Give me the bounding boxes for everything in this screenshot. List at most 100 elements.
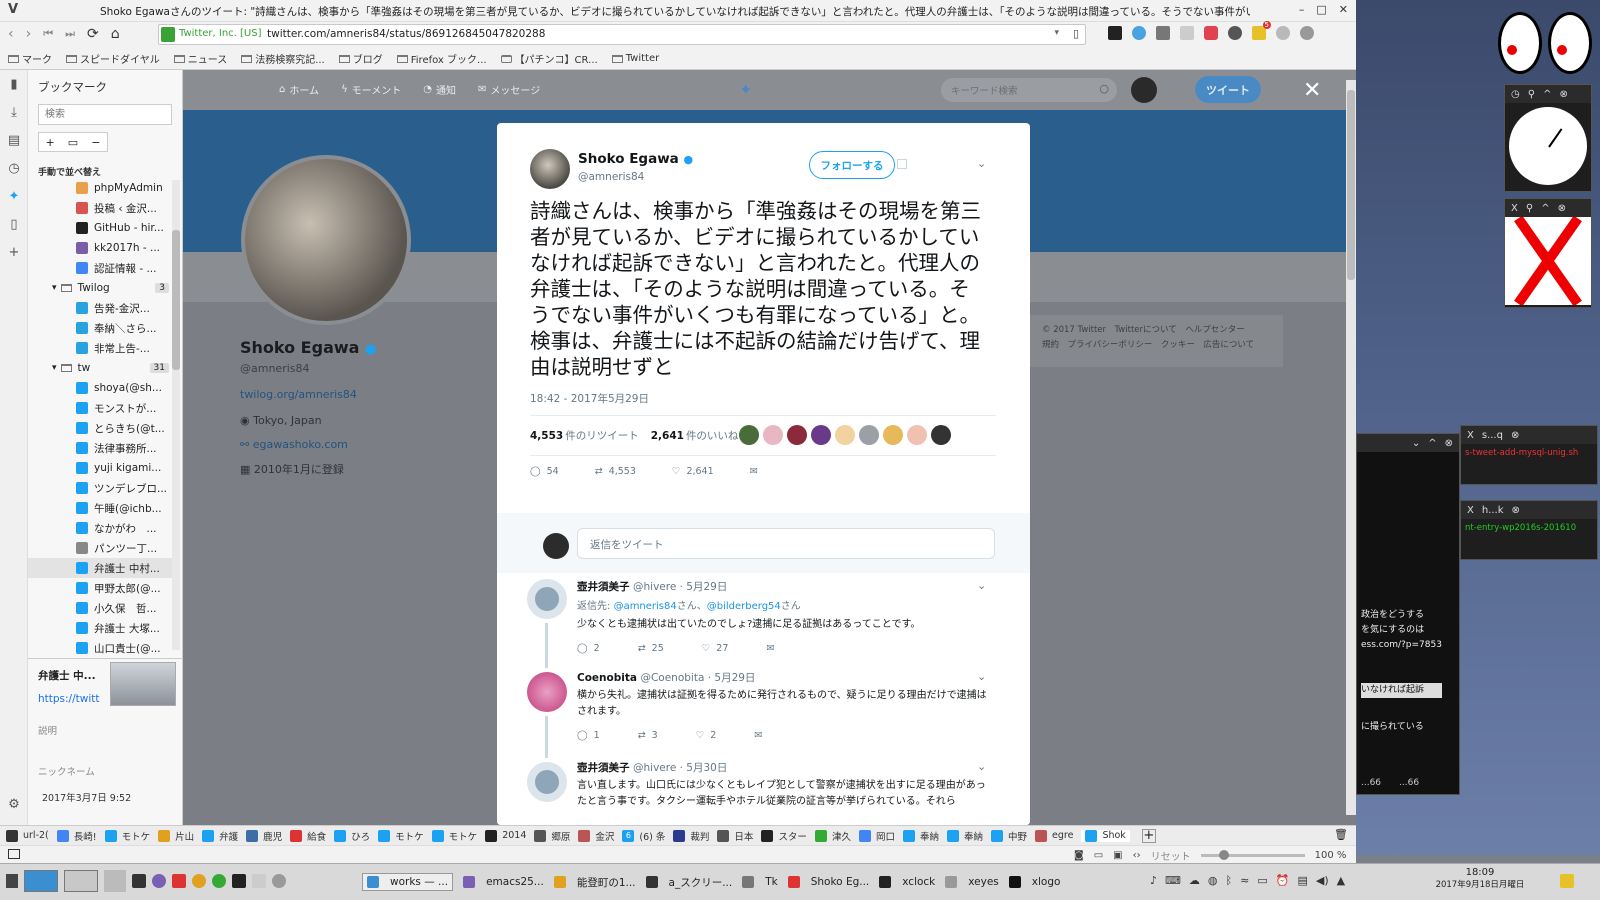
profile-avatar[interactable] <box>241 155 411 325</box>
site-identity[interactable]: Twitter, Inc. [US] <box>179 28 262 39</box>
bookmark-folder[interactable]: Firefox ブック... <box>396 51 487 66</box>
bookmark-item[interactable]: 投稿 ‹ 金沢... <box>28 198 173 218</box>
tweet-menu-chevron-icon[interactable]: ⌄ <box>977 157 986 170</box>
bookmark-folder[interactable]: スピードダイヤル <box>66 51 160 66</box>
taskbar-item[interactable]: 能登町の1... <box>553 875 636 890</box>
nav-notifications[interactable]: ◔ 通知 <box>423 82 456 97</box>
browser-tab[interactable]: url-2( <box>6 829 49 842</box>
twitter-search-box[interactable]: キーワード検索 ○ <box>941 78 1117 102</box>
camera-icon[interactable]: ◙ <box>1074 850 1084 861</box>
network-icon[interactable]: ♪ <box>1150 874 1157 887</box>
detail-nickname-label[interactable]: ニックネーム <box>38 764 95 778</box>
minimize-button[interactable]: – <box>1299 3 1305 16</box>
tool-icon[interactable] <box>272 874 286 888</box>
taskbar-item[interactable]: Tk <box>742 876 778 888</box>
browser-tab[interactable]: モトケ <box>378 829 424 843</box>
taskbar-clock[interactable]: 18:09 2017年9月18日月曜日 <box>1428 866 1532 892</box>
liker-avatar[interactable] <box>907 425 927 445</box>
bookmark-item[interactable]: yuji kigami... <box>28 458 173 478</box>
tile-icon[interactable]: ▭ <box>1094 850 1103 861</box>
add-bookmark-button[interactable]: + <box>46 136 55 149</box>
maximize-button[interactable]: □ <box>1316 3 1326 16</box>
search-icon[interactable]: ○ <box>1099 82 1109 95</box>
settings-gear-icon[interactable]: ⚙ <box>0 790 28 818</box>
browser-tab[interactable]: 中野 <box>991 829 1027 843</box>
expand-icon[interactable]: ▾ <box>52 363 57 373</box>
note-extension-icon[interactable] <box>1156 26 1170 40</box>
terminal-small-1[interactable]: Xs...q ⊗ s-tweet-add-mysql-unig.sh <box>1460 425 1598 485</box>
liker-avatar[interactable] <box>739 425 759 445</box>
bookmark-item[interactable]: phpMyAdmin <box>28 178 173 198</box>
browser-tab[interactable]: 奉納 <box>946 829 983 843</box>
profile-website[interactable]: ⚯ egawashoko.com <box>240 438 348 451</box>
taskbar-item[interactable]: emacs25... <box>463 876 544 888</box>
bookmark-folder[interactable]: Twitter <box>611 53 659 64</box>
downloads-panel-icon[interactable]: ⤓ <box>0 98 28 126</box>
forward-icon[interactable]: › <box>26 26 32 42</box>
reply-chevron-icon[interactable]: ⌄ <box>977 670 986 683</box>
bookmark-item[interactable]: 小久保 哲... <box>28 598 173 618</box>
workspace-3[interactable] <box>104 870 126 892</box>
dm-action[interactable]: ✉ <box>754 730 762 741</box>
like-action[interactable]: ♡ 2 <box>696 730 717 741</box>
trash-icon[interactable]: 🗑 <box>1334 828 1348 841</box>
like-label[interactable]: 件のいいね <box>686 428 739 443</box>
wifi-icon[interactable]: ≈ <box>1240 874 1249 887</box>
taskbar-item[interactable]: xlogo <box>1008 876 1060 888</box>
reply-input[interactable]: 返信をツイート <box>577 528 995 559</box>
expand-icon[interactable]: ▾ <box>52 283 57 293</box>
slider-handle[interactable] <box>1218 850 1229 860</box>
account-avatar[interactable] <box>1131 77 1157 103</box>
cloud-icon[interactable]: ☁ <box>1189 874 1200 887</box>
keyboard-icon[interactable]: ⌨ <box>1165 874 1181 887</box>
bookmark-item[interactable]: モンストが... <box>28 398 173 418</box>
bookmark-folder[interactable]: ニュース <box>173 51 227 66</box>
clipboard-icon[interactable]: ▤ <box>1297 874 1307 887</box>
remove-bookmark-button[interactable]: − <box>91 136 100 149</box>
user-dropdown-icon[interactable] <box>897 159 907 169</box>
panel-toggle-icon[interactable] <box>8 849 20 859</box>
xclock-window[interactable]: ◷ ⚲ ^ ⊗ <box>1504 84 1592 192</box>
chrome-tray-icon[interactable]: ◍ <box>1208 874 1218 887</box>
bookmark-item[interactable]: 弁護士 大塚... <box>28 618 173 638</box>
browser-tab[interactable]: 弁護 <box>202 829 238 843</box>
bluetooth-icon[interactable]: ᛒ <box>1226 874 1233 887</box>
bookmark-folder[interactable]: ブログ <box>338 51 383 66</box>
liker-avatar[interactable] <box>859 425 879 445</box>
nav-messages[interactable]: ✉ メッセージ <box>478 82 540 97</box>
evernote-icon[interactable] <box>1228 26 1242 40</box>
launcher-icon[interactable] <box>6 874 18 888</box>
window-titlebar[interactable]: ⌄ ^ ⊗ <box>1357 434 1459 452</box>
window-titlebar[interactable]: X ⚲ ^ ⊗ <box>1505 199 1591 217</box>
bookmark-link[interactable]: 【パチンコ】CR... <box>500 51 598 66</box>
notification-icon[interactable] <box>1560 874 1574 888</box>
reply-action[interactable]: ◯ 1 <box>577 730 600 741</box>
reply-meta[interactable]: @hivere · 5月30日 <box>633 762 727 774</box>
reply-meta[interactable]: @hivere · 5月29日 <box>633 581 727 593</box>
window-titlebar[interactable]: Xh...k ⊗ <box>1461 501 1597 519</box>
bookmark-item[interactable]: kk2017h - ... <box>28 238 173 258</box>
chrome-icon[interactable] <box>192 874 206 888</box>
new-folder-button[interactable]: ▭ <box>68 136 78 149</box>
url-text[interactable]: twitter.com/amneris84/status/86912684504… <box>267 28 545 40</box>
terminal-tab[interactable]: ...66 <box>1361 778 1381 788</box>
gear-extension-icon[interactable] <box>1276 26 1290 40</box>
browser-tab[interactable]: 片山 <box>158 829 194 843</box>
alarm-icon[interactable]: ⏰ <box>1276 874 1290 887</box>
footer-links-2[interactable]: 規約 プライバシーポリシー クッキー 広告について <box>1042 338 1269 353</box>
detail-description-label[interactable]: 説明 <box>38 723 57 737</box>
screenshot-icon[interactable] <box>252 874 266 888</box>
bookmark-item[interactable]: GitHub - hir... <box>28 218 173 238</box>
zoom-slider[interactable] <box>1200 850 1305 860</box>
bookmark-item[interactable]: なかがわ ... <box>28 518 173 538</box>
twitter-bird-icon[interactable]: ✦ <box>739 80 752 99</box>
close-modal-icon[interactable]: ✕ <box>1303 78 1321 103</box>
display-icon[interactable]: ▭ <box>1257 874 1267 887</box>
back-icon[interactable]: ‹ <box>8 26 14 42</box>
shield-extension-icon[interactable] <box>1108 26 1122 40</box>
page-panel-icon[interactable]: ▯ <box>0 210 28 238</box>
bookmark-item[interactable]: 非常上告-... <box>28 338 173 358</box>
liker-avatar[interactable] <box>883 425 903 445</box>
zoom-level[interactable]: 100 % <box>1315 850 1347 861</box>
bookmark-item[interactable]: パンツー丁... <box>28 538 173 558</box>
